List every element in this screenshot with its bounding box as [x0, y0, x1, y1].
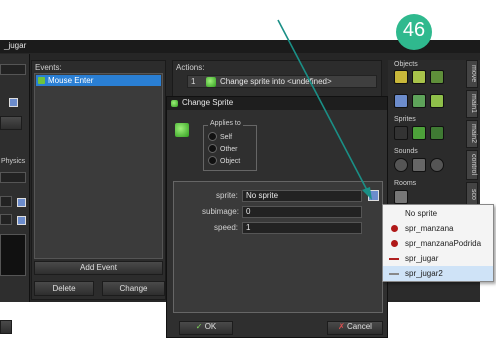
step-number: 46 — [402, 19, 426, 41]
arrow-line — [277, 19, 369, 193]
arrow-head — [362, 187, 372, 200]
step-badge: 46 — [396, 14, 432, 50]
annotation-arrow — [277, 19, 372, 200]
